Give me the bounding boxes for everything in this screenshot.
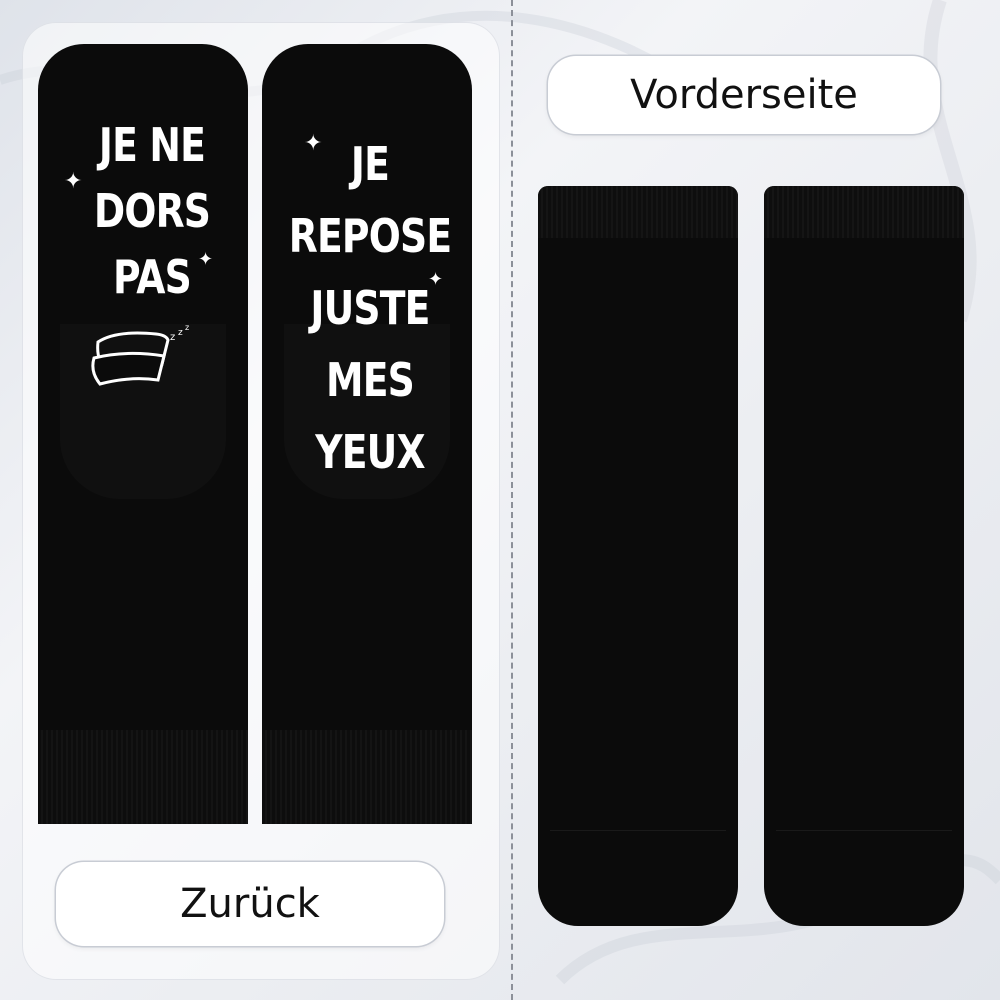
svg-text:z: z (185, 323, 189, 332)
front-sock-left (538, 186, 738, 926)
pillow-icon: z z z (91, 323, 189, 386)
right-print-line-1: JE (350, 137, 390, 191)
right-sock-print: JE REPOSE JUSTE MES YEUX (273, 128, 467, 488)
sock-band (764, 186, 964, 238)
svg-text:z: z (178, 328, 183, 338)
left-print-line-2: DORS (93, 184, 211, 238)
sock-cuff (38, 730, 248, 824)
right-print-line-4: MES YEUX (315, 353, 425, 479)
front-label-text: Vorderseite (630, 72, 858, 118)
zzz-text: z (170, 332, 175, 343)
sock-band (538, 186, 738, 238)
back-label: Zurück (56, 862, 444, 946)
sparkle-icon: ✦ (304, 130, 323, 155)
sparkle-icon: ✦ (198, 249, 214, 269)
left-sock-print: JE NE DORS PAS (86, 112, 217, 310)
sock-cuff (262, 730, 472, 824)
sock-toe-seam (776, 830, 952, 831)
dashed-divider (511, 0, 513, 1000)
sparkle-icon: ✦ (428, 269, 444, 289)
back-label-text: Zurück (180, 881, 320, 927)
left-print-line-1: JE NE (98, 118, 206, 172)
right-print-line-2: REPOSE (288, 209, 452, 263)
sparkle-icon: ✦ (64, 168, 83, 193)
sock-toe-seam (550, 830, 726, 831)
front-sock-right (764, 186, 964, 926)
front-label: Vorderseite (548, 56, 940, 134)
